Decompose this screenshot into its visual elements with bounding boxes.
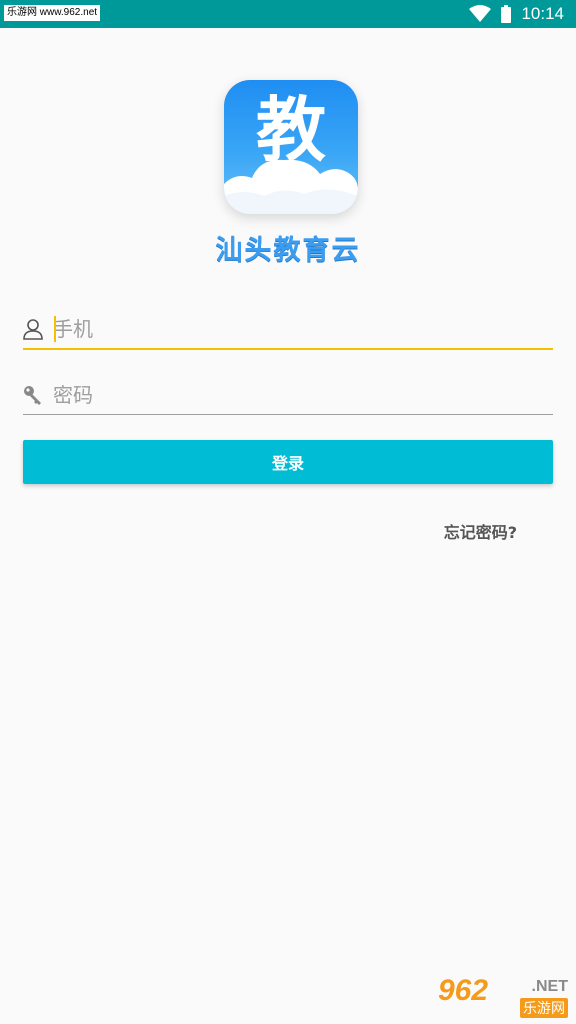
forgot-password-link[interactable]: 忘记密码?: [444, 519, 517, 543]
watermark-net: .NET: [531, 978, 568, 995]
login-button[interactable]: 登录: [23, 440, 553, 484]
text-cursor: [54, 316, 56, 342]
status-icons: 10:14: [469, 0, 564, 28]
app-name: 汕头教育云: [215, 235, 361, 266]
password-input[interactable]: [53, 376, 553, 413]
wifi-icon: [469, 5, 492, 23]
battery-icon: [501, 5, 512, 23]
user-icon: [23, 318, 45, 340]
watermark-cn: 乐游网: [520, 998, 568, 1018]
watermark-bottom: 962 .NET 乐游网: [434, 974, 570, 1020]
app-logo: 教: [224, 80, 358, 214]
watermark-top: 乐游网 www.962.net: [4, 5, 101, 21]
watermark-number: 962: [438, 974, 489, 1007]
password-field[interactable]: [23, 375, 553, 415]
status-bar: 乐游网 www.962.net 10:14: [0, 0, 576, 28]
status-time: 10:14: [521, 4, 564, 23]
key-icon: [23, 384, 45, 406]
phone-field[interactable]: [23, 310, 553, 350]
phone-input[interactable]: [53, 311, 553, 347]
cloud-icon: [224, 159, 358, 214]
